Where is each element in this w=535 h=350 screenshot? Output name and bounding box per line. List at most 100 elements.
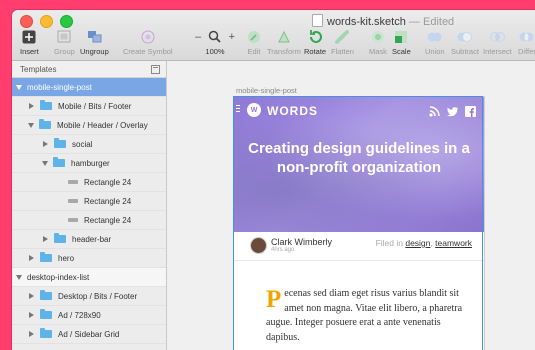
layer-label: Ad / Sidebar Grid: [58, 329, 120, 339]
layer-row[interactable]: Desktop / Bits / Footer: [12, 287, 166, 306]
layer-label: desktop-index-list: [27, 272, 90, 282]
disclosure-open-icon[interactable]: [28, 122, 34, 128]
layer-row[interactable]: Rectangle 24: [12, 211, 166, 230]
layer-row[interactable]: hamburger: [12, 154, 166, 173]
layer-row[interactable]: hero: [12, 249, 166, 268]
layer-list: mobile-single-post Mobile / Bits / Footer…: [12, 78, 166, 344]
window-controls: [20, 15, 73, 28]
page-selector[interactable]: Templates: [12, 61, 166, 78]
disclosure-closed-icon[interactable]: [29, 255, 34, 261]
artboard-label[interactable]: mobile-single-post: [236, 86, 297, 95]
edit-icon: [248, 30, 260, 43]
brand-name: WORDS: [267, 104, 318, 118]
edit-button[interactable]: Edit: [246, 29, 262, 56]
zoom-window-button[interactable]: [60, 15, 73, 28]
create-symbol-button[interactable]: Create Symbol: [123, 29, 173, 56]
minimize-window-button[interactable]: [40, 15, 53, 28]
collapse-icon[interactable]: [151, 64, 160, 74]
group-button[interactable]: Group: [54, 29, 75, 56]
transform-button[interactable]: Transform: [267, 29, 301, 56]
author-name[interactable]: Clark Wimberly: [271, 237, 332, 247]
layer-row[interactable]: Rectangle 24: [12, 173, 166, 192]
rectangle-icon: [68, 180, 78, 184]
disclosure-open-icon[interactable]: [16, 274, 22, 280]
layer-label: mobile-single-post: [27, 82, 92, 92]
folder-icon: [40, 252, 52, 262]
post-body: Pecenas sed diam eget risus varius bland…: [266, 287, 470, 345]
zoom-level: 100%: [205, 47, 225, 56]
mask-button[interactable]: Mask: [369, 29, 387, 56]
union-button[interactable]: Union: [425, 29, 445, 56]
scale-icon: [395, 30, 408, 43]
layer-row[interactable]: Rectangle 24: [12, 192, 166, 211]
intersect-button[interactable]: Intersect: [483, 29, 512, 56]
layer-row[interactable]: Ad / Sidebar Grid: [12, 325, 166, 344]
disclosure-closed-icon[interactable]: [29, 103, 34, 109]
layer-label: social: [72, 139, 93, 149]
flatten-icon: [335, 29, 350, 44]
page-name: Templates: [20, 64, 57, 74]
layer-row[interactable]: header-bar: [12, 230, 166, 249]
mask-icon: [371, 30, 384, 43]
sketch-window: words-kit.sketch — Edited Insert Group U…: [12, 10, 535, 350]
intersect-icon: [489, 31, 505, 42]
layer-row[interactable]: mobile-single-post: [12, 78, 166, 97]
drop-cap: P: [266, 286, 282, 313]
layer-row[interactable]: Mobile / Bits / Footer: [12, 97, 166, 116]
insert-icon: [22, 30, 36, 43]
subtract-button[interactable]: Subtract: [451, 29, 479, 56]
rss-icon[interactable]: [429, 104, 440, 117]
layer-label: hamburger: [71, 158, 110, 168]
zoom-in-button[interactable]: +: [229, 31, 235, 43]
twitter-icon[interactable]: [447, 104, 458, 117]
disclosure-closed-icon[interactable]: [29, 293, 34, 299]
filed-in: Filed in design, teamwork: [375, 238, 472, 248]
rotate-button[interactable]: Rotate: [304, 29, 326, 56]
paragraph: ecenas sed diam eget risus varius blandi…: [266, 288, 463, 343]
rectangle-icon: [68, 218, 78, 222]
layer-label: Ad / 728x90: [58, 310, 101, 320]
disclosure-closed-icon[interactable]: [29, 312, 34, 318]
folder-icon: [54, 233, 66, 243]
difference-button[interactable]: Differ: [518, 29, 535, 56]
tag-link-design[interactable]: design: [405, 238, 430, 248]
layer-label: Mobile / Bits / Footer: [58, 101, 132, 111]
folder-icon: [54, 138, 66, 148]
ungroup-icon: [87, 31, 102, 43]
disclosure-open-icon[interactable]: [42, 160, 48, 166]
facebook-icon[interactable]: [465, 104, 476, 117]
close-window-button[interactable]: [20, 15, 33, 28]
tag-link-teamwork[interactable]: teamwork: [435, 238, 472, 248]
canvas[interactable]: mobile-single-post W WORDS Creating desi…: [167, 61, 535, 350]
disclosure-closed-icon[interactable]: [29, 331, 34, 337]
layer-row[interactable]: social: [12, 135, 166, 154]
flatten-button[interactable]: Flatten: [331, 29, 354, 56]
layer-label: Rectangle 24: [84, 177, 132, 187]
layer-row[interactable]: Ad / 728x90: [12, 306, 166, 325]
ungroup-button[interactable]: Ungroup: [80, 29, 109, 56]
post-time: 4hrs ago: [271, 247, 295, 253]
folder-icon: [53, 157, 65, 167]
folder-icon: [40, 328, 52, 338]
layer-row[interactable]: Mobile / Header / Overlay: [12, 116, 166, 135]
rectangle-icon: [68, 199, 78, 203]
disclosure-open-icon[interactable]: [16, 84, 22, 90]
zoom-control[interactable]: – + 100%: [195, 29, 235, 57]
layer-row[interactable]: desktop-index-list: [12, 268, 166, 287]
scale-button[interactable]: Scale: [392, 29, 411, 56]
layer-label: header-bar: [72, 234, 112, 244]
zoom-out-button[interactable]: –: [195, 31, 201, 43]
symbol-icon: [141, 30, 155, 43]
hamburger-icon[interactable]: [236, 105, 240, 114]
union-icon: [427, 32, 442, 41]
insert-button[interactable]: Insert: [20, 29, 39, 56]
hero-image[interactable]: W WORDS Creating design guidelines in a …: [234, 97, 484, 232]
disclosure-closed-icon[interactable]: [43, 236, 48, 242]
avatar[interactable]: [250, 237, 267, 254]
subtract-icon: [457, 31, 473, 42]
layer-label: Desktop / Bits / Footer: [58, 291, 138, 301]
folder-icon: [40, 100, 52, 110]
artboard[interactable]: W WORDS Creating design guidelines in a …: [234, 97, 484, 350]
layer-label: Rectangle 24: [84, 196, 132, 206]
disclosure-closed-icon[interactable]: [43, 141, 48, 147]
